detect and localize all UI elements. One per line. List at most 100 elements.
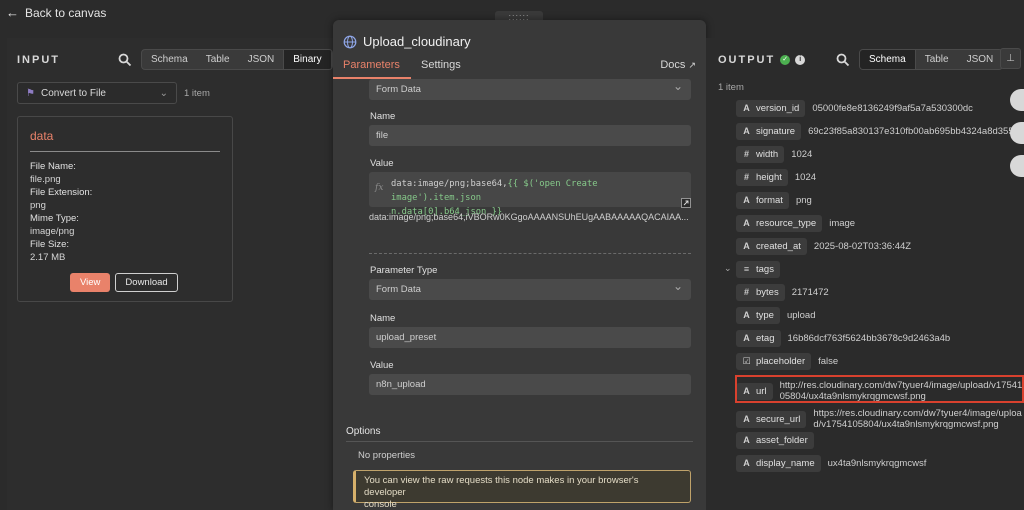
- docs-link[interactable]: Docs ↗: [660, 59, 696, 71]
- field-key: secure_url: [756, 413, 801, 425]
- field-key: width: [756, 148, 779, 160]
- notice-line-2: console: [364, 499, 397, 510]
- pin-icon: ⊥: [1006, 53, 1015, 64]
- schema-field-etag[interactable]: Aetag 16b86dcf763f5624bb3678c9d2463a4b: [736, 329, 950, 347]
- download-button[interactable]: Download: [115, 273, 178, 292]
- string-type-icon: A: [743, 458, 750, 468]
- tab-settings[interactable]: Settings: [421, 59, 461, 71]
- field-value: 2025-08-02T03:36:44Z: [813, 240, 912, 252]
- value2-label: Value: [370, 360, 394, 371]
- view-button[interactable]: View: [70, 273, 111, 292]
- input-view-tabs: Schema Table JSON Binary: [141, 49, 333, 70]
- value2-input[interactable]: n8n_upload: [369, 374, 691, 395]
- info-icon[interactable]: i: [795, 55, 806, 65]
- file-name-label: File Name:: [30, 161, 76, 172]
- schema-field-display-name[interactable]: Adisplay_name ux4ta9nlsmykrqgmcwsf: [736, 454, 926, 472]
- body-content-type-select[interactable]: Form Data: [369, 76, 691, 100]
- external-link-icon: ↗: [688, 60, 696, 70]
- value1-expr-prefix: data:image/png;base64,: [391, 179, 508, 189]
- schema-field-resource-type[interactable]: Aresource_type image: [736, 214, 855, 232]
- value1-label: Value: [370, 158, 394, 169]
- value1-expression-result: data:image/png;base64,iVBORw0KGgoAAAANSU…: [369, 212, 689, 222]
- file-name-value: file.png: [30, 174, 61, 185]
- node-title[interactable]: Upload_cloudinary: [363, 34, 471, 49]
- search-icon[interactable]: [836, 53, 850, 67]
- schema-field-width[interactable]: # width 1024: [736, 145, 812, 163]
- back-to-canvas-button[interactable]: ← Back to canvas: [6, 5, 106, 20]
- field-value: upload: [786, 309, 816, 321]
- tab-parameters[interactable]: Parameters: [343, 59, 400, 71]
- name1-label: Name: [370, 111, 396, 122]
- schema-field-secure-url[interactable]: Asecure_url https://res.cloudinary.com/d…: [736, 408, 1024, 430]
- number-type-icon: #: [743, 287, 749, 297]
- schema-field-created-at[interactable]: Acreated_at 2025-08-02T03:36:44Z: [736, 237, 911, 255]
- node-parameters-panel: Upload_cloudinary Parameters Settings Do…: [333, 20, 706, 510]
- notice-line-1: You can view the raw requests this node …: [364, 475, 639, 498]
- side-control-1[interactable]: [1010, 89, 1024, 111]
- chevron-down-icon: ⌄: [159, 87, 168, 99]
- binary-card: data File Name: file.png File Extension:…: [17, 116, 233, 302]
- file-extension-value: png: [30, 200, 46, 211]
- mime-type-value: image/png: [30, 226, 75, 237]
- schema-field-asset-folder[interactable]: Aasset_folder: [736, 431, 814, 449]
- name2-input[interactable]: upload_preset: [369, 327, 691, 348]
- input-node-select[interactable]: ⚑ Convert to File ⌄: [17, 82, 177, 104]
- value1-expression-input[interactable]: fx data:image/png;base64,{{ $('open Crea…: [369, 172, 691, 217]
- input-panel: INPUT Schema Table JSON Binary ⚑ Convert…: [7, 38, 333, 510]
- name2-label: Name: [370, 313, 396, 324]
- pin-data-button[interactable]: ⊥: [1000, 48, 1021, 69]
- developer-console-notice: You can view the raw requests this node …: [353, 470, 691, 510]
- field-key: etag: [756, 332, 775, 344]
- boolean-type-icon: ☑: [742, 355, 751, 366]
- input-node-select-value: Convert to File: [40, 87, 106, 99]
- field-key: asset_folder: [756, 434, 808, 446]
- chevron-down-icon[interactable]: ⌄: [724, 263, 732, 274]
- string-type-icon: A: [743, 310, 750, 320]
- schema-field-placeholder[interactable]: ☑ placeholder false: [736, 352, 838, 370]
- field-key: height: [756, 171, 782, 183]
- string-type-icon: A: [743, 218, 750, 228]
- parameter-type-label: Parameter Type: [370, 265, 438, 276]
- field-key: tags: [756, 263, 774, 275]
- parameters-scroll-area[interactable]: Form Data Name file Value fx data:image/…: [333, 76, 706, 510]
- field-value: 1024: [791, 148, 813, 160]
- input-tab-table[interactable]: Table: [197, 50, 239, 69]
- input-tab-json[interactable]: JSON: [239, 50, 284, 69]
- output-tab-table[interactable]: Table: [916, 50, 958, 69]
- input-tab-schema[interactable]: Schema: [142, 50, 197, 69]
- schema-field-type[interactable]: Atype upload: [736, 306, 816, 324]
- field-value: ux4ta9nlsmykrqgmcwsf: [827, 457, 927, 469]
- string-type-icon: A: [743, 241, 750, 251]
- field-key: resource_type: [756, 217, 817, 229]
- schema-field-height[interactable]: # height 1024: [736, 168, 816, 186]
- expand-editor-icon[interactable]: [681, 198, 691, 208]
- output-tab-json[interactable]: JSON: [958, 50, 1003, 69]
- side-control-3[interactable]: [1010, 155, 1024, 177]
- field-value: 16b86dcf763f5624bb3678c9d2463a4b: [787, 332, 951, 344]
- number-type-icon: #: [743, 172, 749, 182]
- schema-field-signature[interactable]: Asignature 69c23f85a830137e310fb00ab695b…: [736, 122, 1014, 140]
- output-tab-schema[interactable]: Schema: [860, 50, 916, 69]
- schema-field-bytes[interactable]: # bytes 2171472: [736, 283, 829, 301]
- search-icon[interactable]: [118, 53, 132, 67]
- output-heading: OUTPUT: [718, 54, 776, 66]
- field-key: type: [756, 309, 774, 321]
- node-title-bar: Upload_cloudinary: [343, 34, 471, 49]
- output-heading-row: OUTPUT ✓ i: [718, 54, 806, 66]
- no-properties-text: No properties: [358, 450, 416, 461]
- binary-card-title: data: [30, 129, 220, 152]
- secure-url-line-2: d/v1754105804/ux4ta9nlsmykrqgmcwsf.png: [813, 419, 999, 430]
- field-value: https://res.cloudinary.com/dw7tyuer4/ima…: [813, 408, 1024, 430]
- string-type-icon: A: [743, 103, 750, 113]
- canvas-edge: [0, 150, 7, 510]
- name1-input[interactable]: file: [369, 125, 691, 146]
- field-key: placeholder: [756, 355, 806, 367]
- schema-field-tags[interactable]: ≡ tags: [736, 260, 780, 278]
- parameter-type-select[interactable]: Form Data: [369, 276, 691, 300]
- mime-type-label: Mime Type:: [30, 213, 79, 224]
- schema-field-version-id[interactable]: Aversion_id 05000fe8e8136249f9af5a7a5303…: [736, 99, 973, 117]
- globe-icon: [343, 35, 357, 48]
- side-control-2[interactable]: [1010, 122, 1024, 144]
- input-tab-binary[interactable]: Binary: [283, 50, 332, 69]
- schema-field-format[interactable]: Aformat png: [736, 191, 812, 209]
